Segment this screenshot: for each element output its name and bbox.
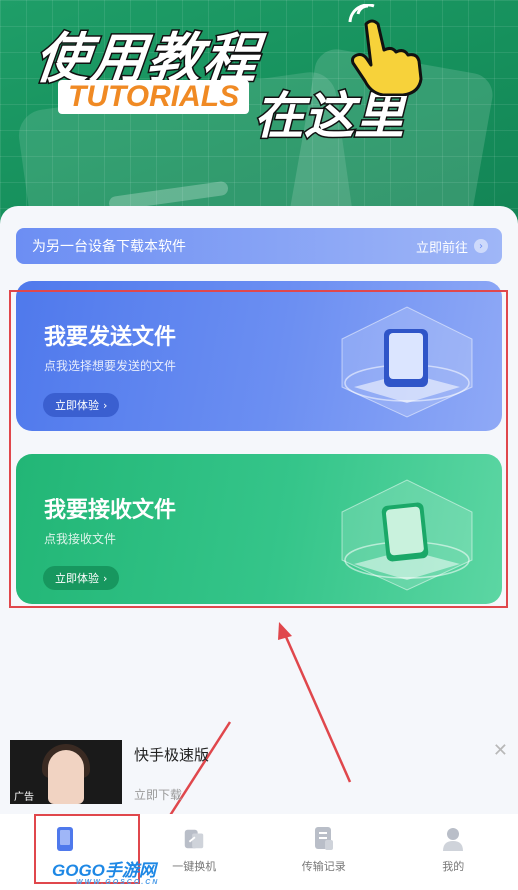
pointing-hand-icon	[348, 4, 423, 96]
card-subtitle: 点我接收文件	[44, 532, 117, 546]
phone-send-illustration-icon	[341, 306, 473, 418]
receive-file-card[interactable]: 我要接收文件 点我接收文件 立即体验 ›	[16, 454, 502, 604]
watermark-brand: GOGO手游网	[52, 861, 156, 880]
tab-label: 传输记录	[301, 860, 346, 873]
button-label: 立即体验	[55, 572, 99, 585]
tab-transfer[interactable]	[15, 826, 115, 858]
try-now-button[interactable]: 立即体验 ›	[43, 566, 120, 590]
try-now-button[interactable]: 立即体验 ›	[43, 393, 120, 417]
switch-device-icon	[182, 826, 206, 852]
chevron-right-icon: ›	[103, 571, 108, 585]
ad-download-link[interactable]: 立即下载	[134, 786, 182, 803]
close-icon[interactable]: ✕	[493, 740, 508, 761]
tab-transfer-record[interactable]: 传输记录	[274, 826, 374, 874]
watermark-site: WWW.GOSCO.CN	[76, 879, 160, 886]
tutorial-banner[interactable]: 使用教程 TUTORIALS 在这里	[0, 0, 518, 230]
profile-icon	[441, 826, 465, 852]
ad-title: 快手极速版	[134, 746, 210, 764]
button-label: 立即体验	[55, 399, 99, 412]
tab-label: 我的	[442, 860, 465, 873]
card-title: 我要接收文件	[44, 498, 177, 523]
card-subtitle: 点我选择想要发送的文件	[44, 359, 177, 373]
tab-label: 一键换机	[172, 860, 217, 873]
promo-action[interactable]: 立即前往 ›	[416, 237, 488, 256]
ad-label: 广告	[14, 792, 34, 803]
ad-thumbnail: 广告	[10, 740, 122, 804]
banner-subtitle-en: TUTORIALS	[58, 80, 250, 114]
ad-figure	[48, 750, 84, 804]
card-title: 我要发送文件	[44, 325, 177, 350]
chevron-right-icon: ›	[474, 239, 488, 253]
tab-profile[interactable]: 我的	[403, 826, 503, 874]
watermark-logo: GOGO手游网 WWW.GOSCO.CN	[52, 856, 159, 886]
phone-transfer-icon	[53, 826, 77, 852]
transfer-record-icon	[312, 826, 336, 852]
chevron-right-icon: ›	[103, 398, 108, 412]
ad-banner[interactable]: 广告 快手极速版 立即下载 ✕	[10, 740, 508, 806]
send-file-card[interactable]: 我要发送文件 点我选择想要发送的文件 立即体验 ›	[16, 281, 502, 431]
promo-text: 为另一台设备下载本软件	[32, 239, 186, 255]
download-other-device-bar[interactable]: 为另一台设备下载本软件 立即前往 ›	[16, 228, 502, 264]
phone-receive-illustration-icon	[341, 479, 473, 591]
promo-action-label: 立即前往	[415, 240, 468, 256]
